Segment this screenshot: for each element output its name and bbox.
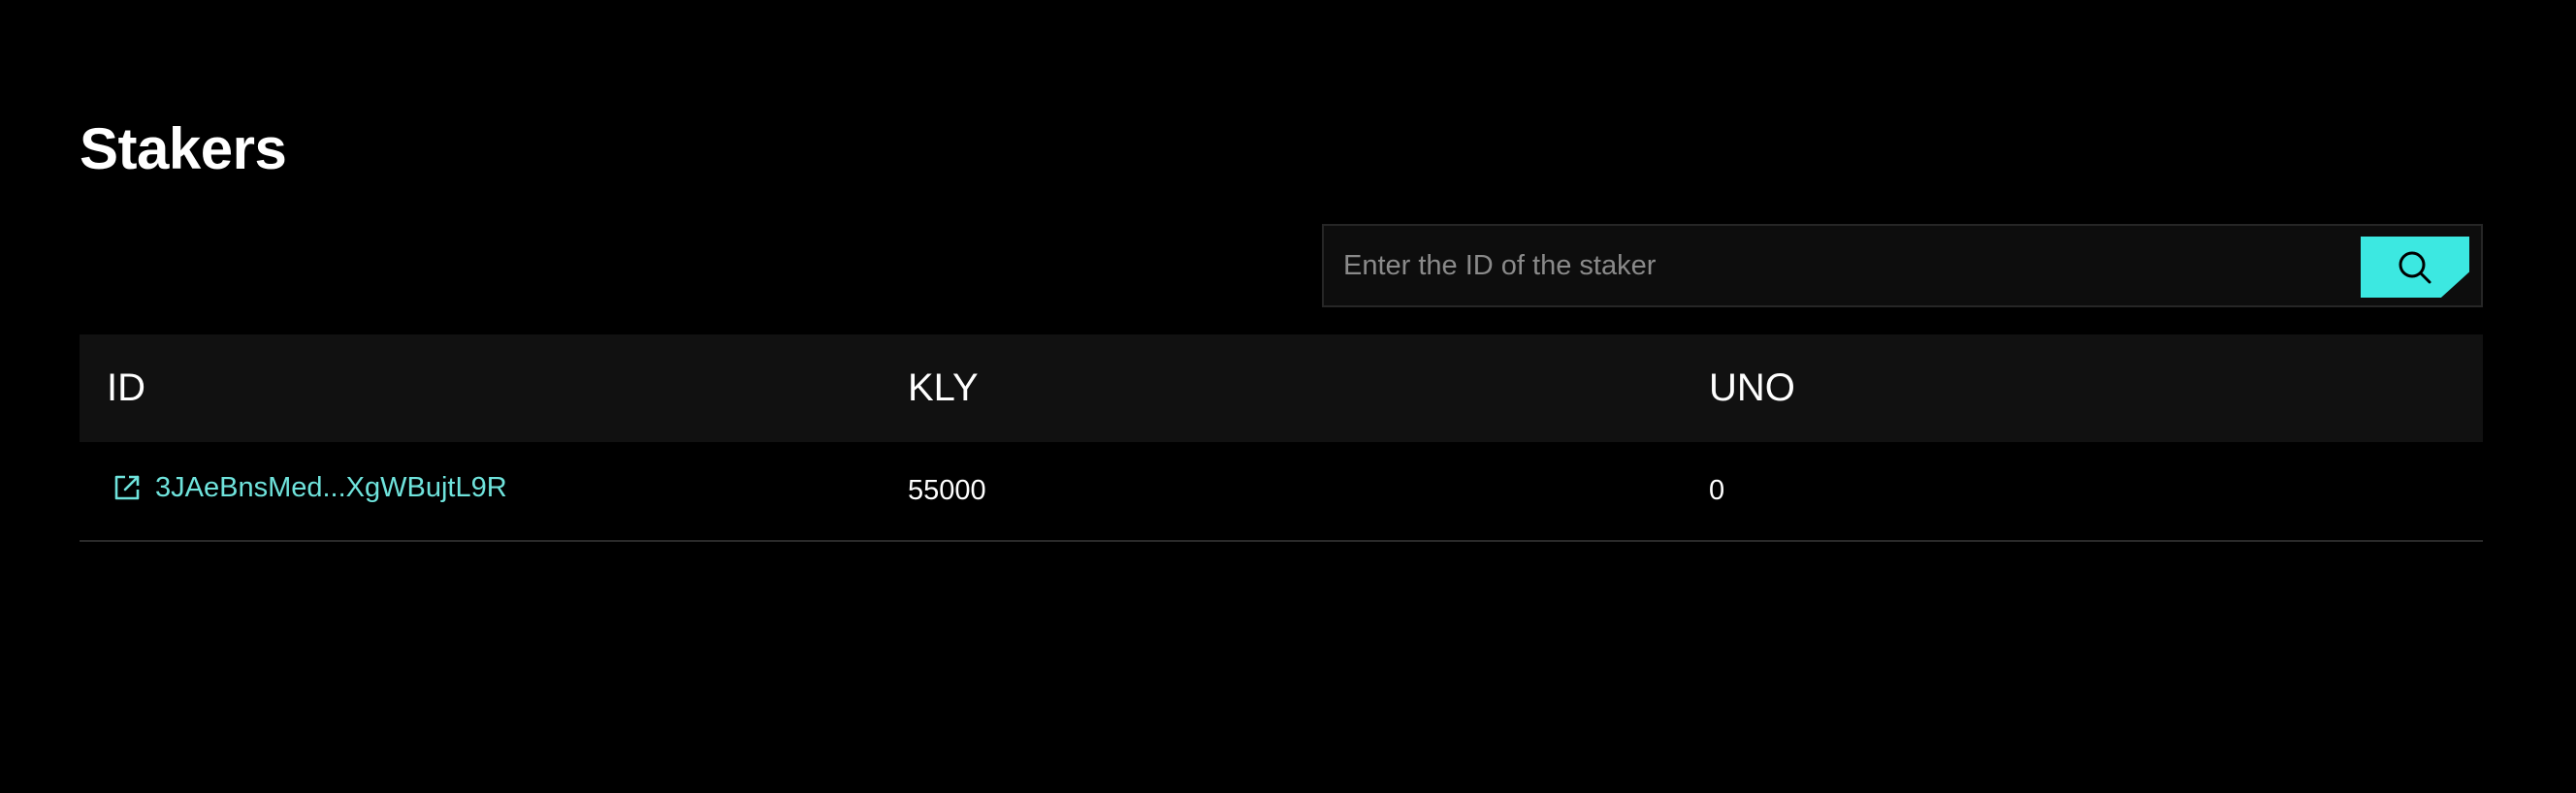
staker-id-text: 3JAeBnsMed...XgWBujtL9R: [155, 471, 507, 503]
search-bar: [1322, 224, 2483, 307]
search-input[interactable]: [1324, 226, 2481, 305]
search-icon: [2396, 248, 2434, 287]
table-row: 3JAeBnsMed...XgWBujtL9R 55000 0: [80, 442, 2483, 542]
column-header-id: ID: [107, 366, 145, 409]
page-title: Stakers: [80, 116, 287, 181]
cell-kly: 55000: [908, 475, 986, 506]
column-header-kly: KLY: [908, 366, 979, 409]
cell-id: 3JAeBnsMed...XgWBujtL9R: [80, 472, 881, 511]
table-header: ID KLY UNO: [80, 334, 2483, 442]
stakers-table: ID KLY UNO 3JAeBnsMed...XgWBujtL9R 55000…: [80, 334, 2483, 542]
external-link-icon: [113, 473, 142, 502]
stakers-page: Stakers ID KLY UNO: [0, 0, 2576, 793]
column-header-uno: UNO: [1709, 366, 1795, 409]
staker-id-link[interactable]: 3JAeBnsMed...XgWBujtL9R: [107, 472, 507, 504]
cell-uno: 0: [1709, 475, 1725, 506]
